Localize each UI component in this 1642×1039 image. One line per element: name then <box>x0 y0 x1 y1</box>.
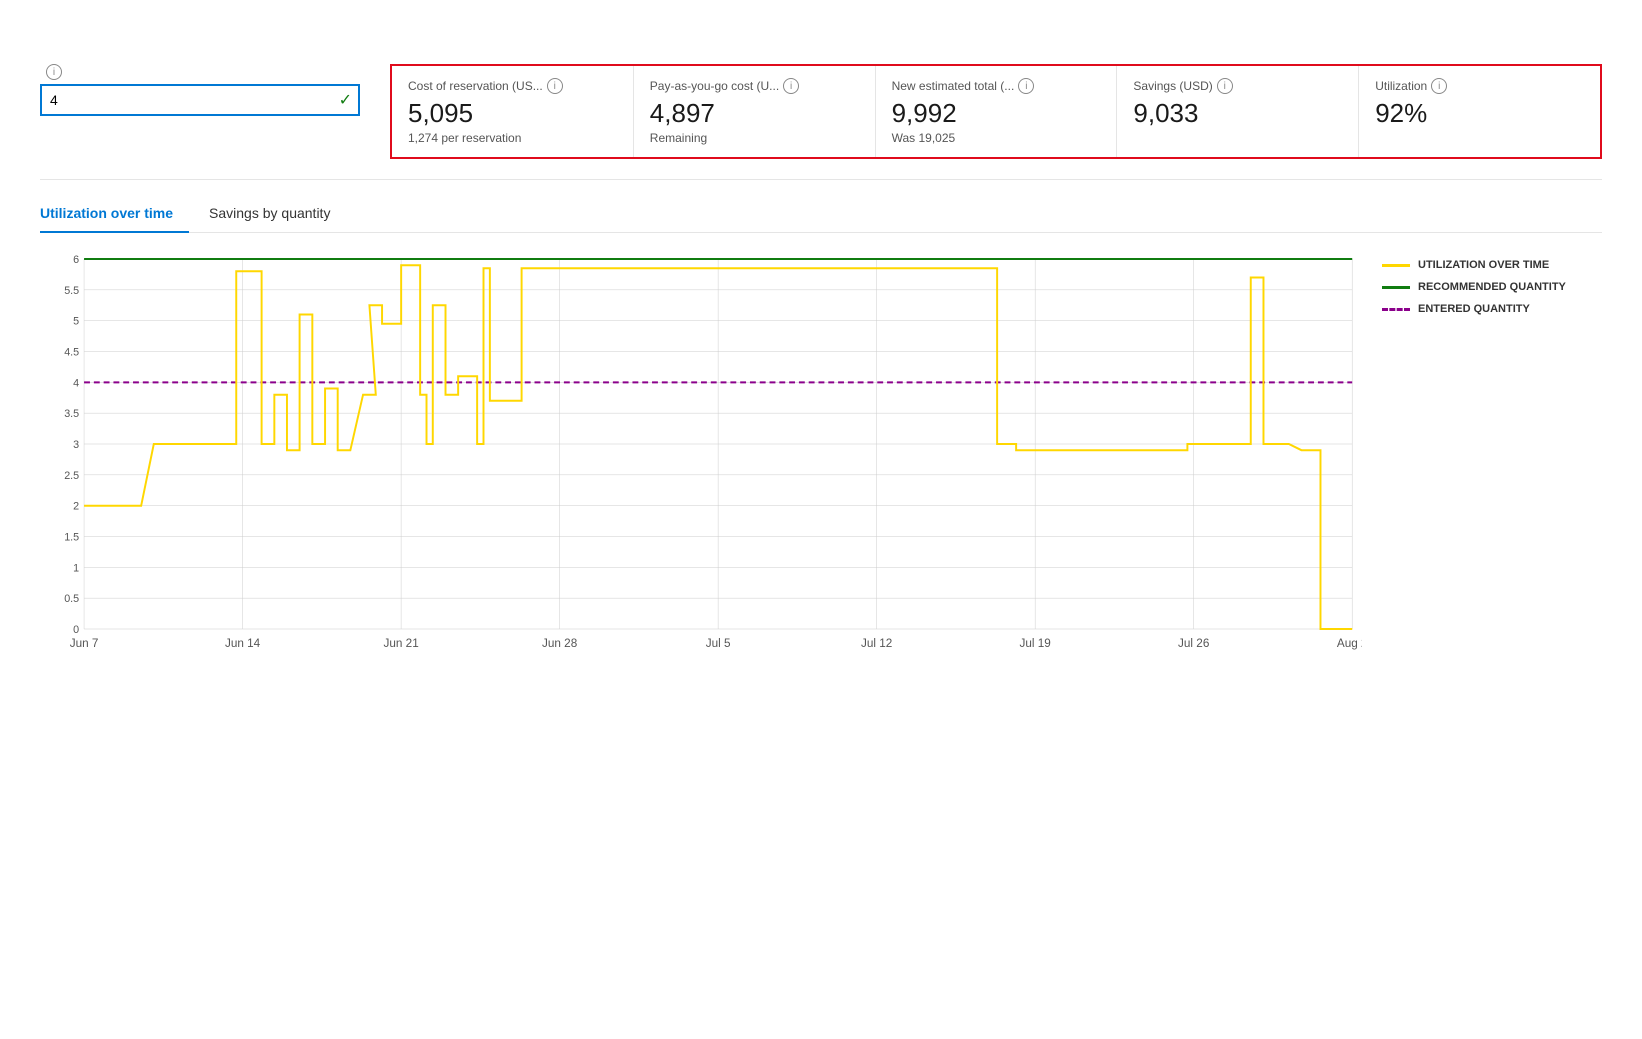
metric-value: 9,992 <box>892 98 1101 129</box>
metric-info-icon[interactable]: i <box>1018 78 1034 94</box>
svg-text:0.5: 0.5 <box>64 593 79 605</box>
metric-item-1: Pay-as-you-go cost (U... i 4,897 Remaini… <box>634 66 876 157</box>
chart-container: 0 0.5 1 1.5 2 2.5 3 3.5 4 4.5 5 5.5 6 Jun 7 Jun 14 Jun … <box>40 249 1362 669</box>
legend: UTILIZATION OVER TIME RECOMMENDED QUANTI… <box>1382 249 1602 669</box>
metric-item-0: Cost of reservation (US... i 5,095 1,274… <box>392 66 634 157</box>
svg-text:Jun 21: Jun 21 <box>383 636 419 650</box>
svg-text:5.5: 5.5 <box>64 285 79 297</box>
metric-value: 4,897 <box>650 98 859 129</box>
svg-text:4: 4 <box>73 377 79 389</box>
metric-value: 92% <box>1375 98 1584 129</box>
input-group: i ✓ <box>40 64 360 116</box>
svg-text:3.5: 3.5 <box>64 408 79 420</box>
metric-value: 9,033 <box>1133 98 1342 129</box>
metric-info-icon[interactable]: i <box>783 78 799 94</box>
metric-sub: 1,274 per reservation <box>408 131 617 145</box>
chart-area: 0 0.5 1 1.5 2 2.5 3 3.5 4 4.5 5 5.5 6 Jun 7 Jun 14 Jun … <box>40 249 1602 669</box>
metric-item-4: Utilization i 92% <box>1359 66 1600 157</box>
qty-info-icon[interactable]: i <box>46 64 62 80</box>
chart-svg: 0 0.5 1 1.5 2 2.5 3 3.5 4 4.5 5 5.5 6 Jun 7 Jun 14 Jun … <box>40 249 1362 669</box>
legend-label-2: ENTERED QUANTITY <box>1418 303 1530 315</box>
metric-header: Utilization i <box>1375 78 1584 94</box>
svg-text:Jun 7: Jun 7 <box>70 636 99 650</box>
svg-text:Jun 14: Jun 14 <box>225 636 261 650</box>
tabs: Utilization over time Savings by quantity <box>40 196 1602 233</box>
svg-text:1: 1 <box>73 562 79 574</box>
svg-text:Jul 12: Jul 12 <box>861 636 892 650</box>
metric-header: New estimated total (... i <box>892 78 1101 94</box>
metric-item-3: Savings (USD) i 9,033 <box>1117 66 1359 157</box>
svg-text:0: 0 <box>73 624 79 636</box>
metric-header: Cost of reservation (US... i <box>408 78 617 94</box>
svg-text:2: 2 <box>73 501 79 513</box>
svg-text:5: 5 <box>73 316 79 328</box>
metric-header: Savings (USD) i <box>1133 78 1342 94</box>
qty-input-wrapper: ✓ <box>40 84 360 116</box>
legend-label-0: UTILIZATION OVER TIME <box>1418 259 1549 271</box>
svg-text:Jul 19: Jul 19 <box>1020 636 1052 650</box>
tab-1[interactable]: Savings by quantity <box>209 197 346 233</box>
svg-text:Jun 28: Jun 28 <box>542 636 578 650</box>
metric-sub: Remaining <box>650 131 859 145</box>
metric-header: Pay-as-you-go cost (U... i <box>650 78 859 94</box>
svg-text:4.5: 4.5 <box>64 346 79 358</box>
metric-info-icon[interactable]: i <box>1431 78 1447 94</box>
legend-label-1: RECOMMENDED QUANTITY <box>1418 281 1566 293</box>
svg-text:1.5: 1.5 <box>64 531 79 543</box>
metric-item-2: New estimated total (... i 9,992 Was 19,… <box>876 66 1118 157</box>
legend-line-2 <box>1382 308 1410 311</box>
svg-text:Aug 2: Aug 2 <box>1337 636 1362 650</box>
svg-text:3: 3 <box>73 439 79 451</box>
metrics-box: Cost of reservation (US... i 5,095 1,274… <box>390 64 1602 159</box>
svg-text:2.5: 2.5 <box>64 470 79 482</box>
svg-text:Jul 5: Jul 5 <box>706 636 731 650</box>
metric-sub: Was 19,025 <box>892 131 1101 145</box>
legend-item-2: ENTERED QUANTITY <box>1382 303 1602 315</box>
legend-item-1: RECOMMENDED QUANTITY <box>1382 281 1602 293</box>
svg-text:Jul 26: Jul 26 <box>1178 636 1210 650</box>
tab-0[interactable]: Utilization over time <box>40 197 189 233</box>
qty-input[interactable] <box>40 84 360 116</box>
calculate-section: i ✓ Cost of reservation (US... i 5,095 1… <box>40 64 1602 159</box>
legend-item-0: UTILIZATION OVER TIME <box>1382 259 1602 271</box>
legend-line-0 <box>1382 264 1410 267</box>
metric-value: 5,095 <box>408 98 617 129</box>
metric-info-icon[interactable]: i <box>1217 78 1233 94</box>
check-icon: ✓ <box>339 90 352 110</box>
qty-label: i <box>40 64 360 80</box>
legend-line-1 <box>1382 286 1410 289</box>
svg-text:6: 6 <box>73 254 79 266</box>
metric-info-icon[interactable]: i <box>547 78 563 94</box>
divider <box>40 179 1602 180</box>
